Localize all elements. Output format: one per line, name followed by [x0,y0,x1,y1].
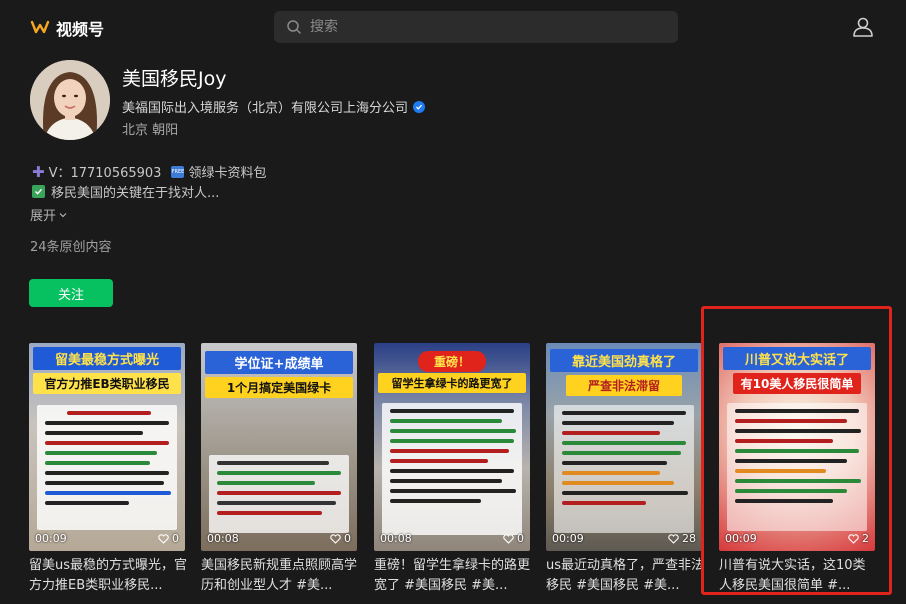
heart-icon [848,533,859,544]
likes-count: 0 [172,532,179,545]
thumbnail-title: 留美最稳方式曝光 [33,347,181,370]
likes-count: 0 [344,532,351,545]
thumbnail-text-panel [37,405,177,530]
thumbnail-title: 靠近美国劲真格了 [550,349,698,372]
avatar[interactable] [30,60,110,140]
heart-icon [330,533,341,544]
thumbnail-subtitle: 官方力推EB类职业移民 [33,373,181,394]
thumbnail-title: 川普又说大实话了 [723,347,871,370]
avatar-image [30,60,110,140]
search-bar[interactable] [274,11,678,43]
likes-count: 0 [517,532,524,545]
thumbnail-subtitle: 严查非法滞留 [566,375,682,396]
video-duration: 00:09 [552,532,584,545]
chevron-down-icon [59,212,67,217]
likes-count: 28 [682,532,696,545]
bio-contact-suffix: 领绿卡资料包 [188,166,267,181]
video-caption-1[interactable]: 留美us最稳的方式曝光，官方力推EB类职业移民... [29,556,187,596]
video-caption-2[interactable]: 美国移民新规重点照顾高学历和创业型人才 #美... [201,556,359,596]
checkmark-icon [32,185,45,198]
video-card-2[interactable]: 学位证+成绩单 1个月搞定美国绿卡 00:08 0 [201,343,357,551]
video-likes: 0 [330,532,351,545]
search-input[interactable] [310,19,650,35]
video-card-3[interactable]: 重磅！ 留学生拿绿卡的路更宽了 00:08 0 [374,343,530,551]
app-logo[interactable]: 视频号 [30,16,104,40]
video-likes: 0 [503,532,524,545]
thumbnail-text-panel [209,455,349,533]
video-likes: 2 [848,532,869,545]
search-icon [287,20,301,34]
video-caption-3[interactable]: 重磅！留学生拿绿卡的路更宽了 #美国移民 #美... [374,556,532,596]
video-duration: 00:08 [207,532,239,545]
thumbnail-text-panel [382,403,522,535]
heart-icon [668,533,679,544]
bio-line-1: ✚ V：17710565903 FREE 领绿卡资料包 [32,162,267,182]
user-icon[interactable] [852,16,874,38]
likes-count: 2 [862,532,869,545]
plus-icon: ✚ [32,162,45,181]
thumbnail-title: 学位证+成绩单 [205,351,353,374]
company-label: 美福国际出入境服务（北京）有限公司上海分公司 [122,101,409,116]
original-content-count: 24条原创内容 [30,240,112,255]
video-card-1[interactable]: 留美最稳方式曝光 官方力推EB类职业移民 00:09 0 [29,343,185,551]
video-duration: 00:09 [35,532,67,545]
wechat-channels-logo-icon [30,20,50,34]
bio-text: 移民美国的关键在于找对人... [51,186,220,201]
video-duration: 00:09 [725,532,757,545]
free-badge-icon: FREE [171,165,185,178]
heart-icon [158,533,169,544]
profile-name: 美国移民Joy [122,68,227,90]
expand-label: 展开 [30,209,57,224]
bio-line-2: 移民美国的关键在于找对人... [32,182,219,201]
company-name: 美福国际出入境服务（北京）有限公司上海分公司 [122,97,426,116]
top-bar: 视频号 [0,0,906,56]
heart-icon [503,533,514,544]
video-duration: 00:08 [380,532,412,545]
expand-bio-button[interactable]: 展开 [30,205,68,224]
thumbnail-text-panel [554,405,694,533]
thumbnail-subtitle: 1个月搞定美国绿卡 [205,377,353,398]
video-likes: 0 [158,532,179,545]
video-card-5[interactable]: 川普又说大实话了 有10美人移民很简单 00:09 2 [719,343,875,551]
thumbnail-title: 重磅！ [418,351,486,372]
app-title: 视频号 [56,20,105,39]
thumbnail-subtitle: 有10美人移民很简单 [733,373,861,394]
thumbnail-subtitle: 留学生拿绿卡的路更宽了 [378,373,526,393]
thumbnail-text-panel [727,403,867,531]
verified-badge-icon [413,100,426,113]
follow-button[interactable]: 关注 [29,279,113,307]
video-caption-5[interactable]: 川普有说大实话，这10类人移民美国很简单 #... [719,556,877,596]
profile-location: 北京 朝阳 [122,123,179,138]
video-card-4[interactable]: 靠近美国劲真格了 严查非法滞留 00:09 28 [546,343,702,551]
video-caption-4[interactable]: us最近动真格了，严查非法移民 #美国移民 #美... [546,556,704,596]
bio-contact: V：17710565903 [48,166,162,181]
video-likes: 28 [668,532,696,545]
